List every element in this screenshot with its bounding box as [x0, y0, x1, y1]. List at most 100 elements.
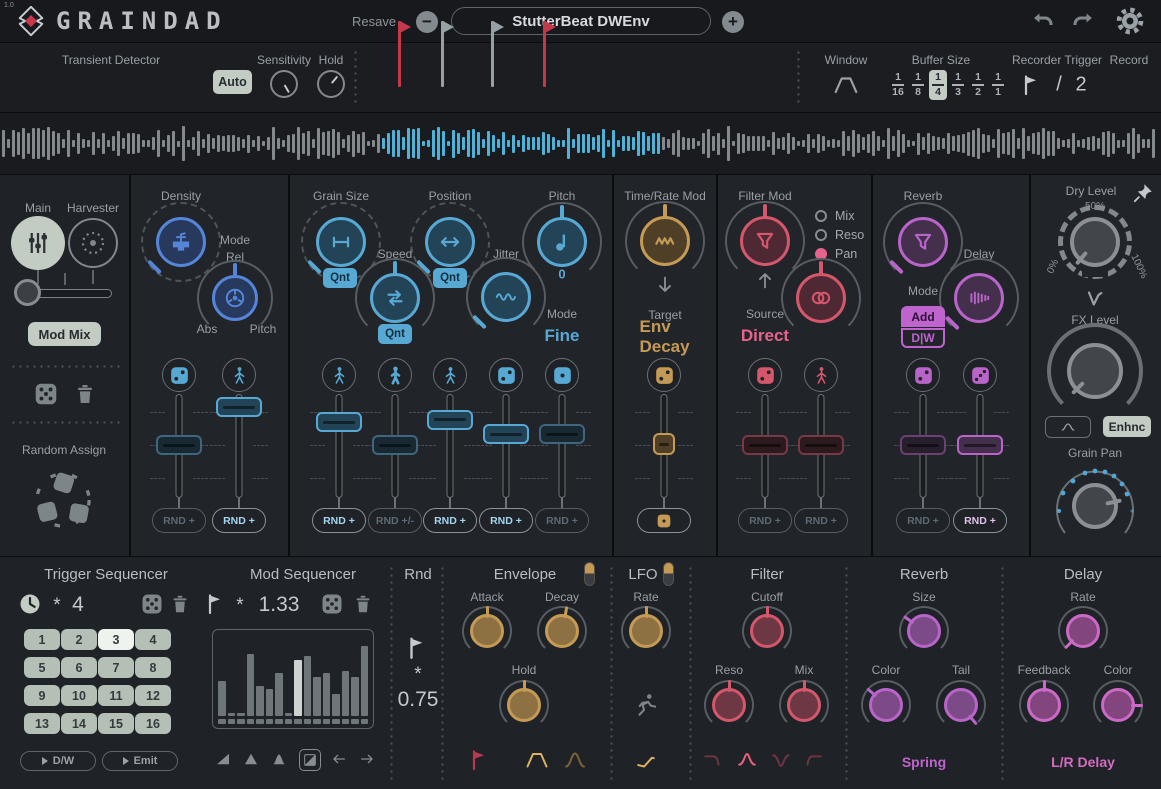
- runner-icon[interactable]: [633, 692, 659, 718]
- speed-qnt-button[interactable]: Qnt: [378, 324, 412, 344]
- preset-name-field[interactable]: StutterBeat DWEnv: [451, 7, 711, 35]
- random-assign-dice-icon[interactable]: [30, 467, 96, 533]
- person-filled-icon[interactable]: [378, 358, 412, 392]
- dice2-icon[interactable]: [162, 358, 196, 392]
- env-bell-icon[interactable]: [561, 748, 589, 772]
- density-mode-knob[interactable]: [212, 275, 258, 321]
- pitch-knob[interactable]: [537, 217, 587, 267]
- step-button-7[interactable]: 7: [98, 657, 134, 678]
- flag-icon[interactable]: [405, 635, 431, 661]
- curve-shape-icon[interactable]: [270, 750, 290, 770]
- ramp-shape-icon[interactable]: [214, 750, 234, 770]
- mod-bar[interactable]: [332, 694, 340, 716]
- transient-flag-icon[interactable]: [543, 21, 559, 87]
- mix-radio[interactable]: Mix: [815, 209, 854, 223]
- slider-handle[interactable]: [427, 410, 473, 430]
- rnd-button[interactable]: RND +: [794, 508, 848, 533]
- delay-color-knob[interactable]: [1101, 688, 1135, 722]
- mod-bar[interactable]: [342, 671, 350, 716]
- position-knob[interactable]: [425, 217, 475, 267]
- rnd-button[interactable]: RND +: [896, 508, 950, 533]
- rnd-button[interactable]: RND +: [738, 508, 792, 533]
- rnd-dice-button[interactable]: [637, 508, 691, 533]
- step-button-8[interactable]: 8: [135, 657, 171, 678]
- resave-button[interactable]: Resave: [352, 14, 396, 29]
- slider-handle[interactable]: [372, 435, 418, 455]
- step-button-4[interactable]: 4: [135, 629, 171, 650]
- step-button-6[interactable]: 6: [61, 657, 97, 678]
- mod-sequence-chart[interactable]: [212, 629, 374, 729]
- rnd-button[interactable]: RND +: [212, 508, 266, 533]
- slider-handle[interactable]: [539, 424, 585, 444]
- time-rate-knob[interactable]: [640, 216, 690, 266]
- redo-icon[interactable]: [1069, 9, 1097, 33]
- harvester-source-button[interactable]: [68, 218, 118, 268]
- mod-bar[interactable]: [351, 677, 359, 716]
- decay-knob[interactable]: [545, 614, 579, 648]
- source-mix-handle[interactable]: [14, 279, 41, 306]
- trigger-rate-value[interactable]: 4: [72, 593, 84, 617]
- dice2-icon[interactable]: [748, 358, 782, 392]
- mod-bar[interactable]: [323, 673, 331, 716]
- pin-icon[interactable]: [1132, 182, 1154, 204]
- hold-knob[interactable]: [317, 70, 345, 98]
- transient-flag-icon[interactable]: [491, 21, 507, 87]
- slider-handle[interactable]: [798, 435, 844, 455]
- undo-icon[interactable]: [1029, 9, 1057, 33]
- mod-bar[interactable]: [313, 677, 321, 716]
- grain-size-knob[interactable]: [316, 217, 366, 267]
- env-trapezoid-icon[interactable]: [522, 748, 552, 772]
- slider-handle[interactable]: [653, 433, 675, 455]
- buffer-option-1-3[interactable]: 13: [949, 70, 967, 100]
- trash-icon[interactable]: [73, 382, 97, 406]
- mod-bar[interactable]: [294, 660, 302, 716]
- shift-right-icon[interactable]: [357, 751, 379, 769]
- target-value[interactable]: Env Decay: [640, 317, 691, 357]
- slider-handle[interactable]: [216, 397, 262, 417]
- dry-level-knob[interactable]: [1070, 217, 1120, 267]
- dice1-icon[interactable]: [545, 358, 579, 392]
- step-button-12[interactable]: 12: [135, 685, 171, 706]
- reso-knob[interactable]: [712, 688, 746, 722]
- position-qnt-button[interactable]: Qnt: [433, 268, 467, 288]
- bandpass-icon[interactable]: [734, 749, 760, 771]
- person-icon[interactable]: [433, 358, 467, 392]
- buffer-option-1-16[interactable]: 116: [889, 70, 907, 100]
- attack-knob[interactable]: [470, 614, 504, 648]
- emit-play-button[interactable]: Emit: [102, 751, 178, 771]
- buffer-option-1-4[interactable]: 14: [929, 70, 947, 100]
- main-source-button[interactable]: [11, 216, 65, 270]
- mod-bar[interactable]: [275, 673, 283, 716]
- slider-track[interactable]: [336, 394, 343, 498]
- dice2-icon[interactable]: [906, 358, 940, 392]
- person-icon[interactable]: [322, 358, 356, 392]
- step-button-5[interactable]: 5: [24, 657, 60, 678]
- main-waveform[interactable]: [0, 113, 1161, 174]
- slider-handle[interactable]: [156, 435, 202, 455]
- pitch-value[interactable]: 0: [558, 267, 565, 282]
- lfo-rate-knob[interactable]: [629, 614, 663, 648]
- transient-flag-icon[interactable]: [398, 21, 414, 87]
- window-shape-icon[interactable]: [826, 72, 866, 98]
- dice3-icon[interactable]: [963, 358, 997, 392]
- randomize-dice-icon[interactable]: [140, 592, 164, 616]
- trash-icon[interactable]: [352, 593, 374, 615]
- mod-bar[interactable]: [247, 654, 255, 716]
- rnd-button[interactable]: RND +: [953, 508, 1007, 533]
- mod-bar[interactable]: [304, 656, 312, 716]
- triangle-shape-icon[interactable]: [242, 750, 262, 770]
- trash-icon[interactable]: [169, 593, 191, 615]
- source-value[interactable]: Direct: [741, 326, 789, 346]
- mod-bar[interactable]: [237, 713, 245, 716]
- jitter-knob[interactable]: [481, 272, 531, 322]
- dice2-icon[interactable]: [489, 358, 523, 392]
- rnd-button[interactable]: RND +/-: [368, 508, 422, 533]
- diagonal-shape-icon[interactable]: [299, 749, 321, 771]
- enhancer-shape-button[interactable]: [1045, 416, 1091, 438]
- trigger-division-value[interactable]: 2: [1075, 74, 1086, 97]
- preset-minus-button[interactable]: −: [416, 11, 438, 33]
- slider-handle[interactable]: [742, 435, 788, 455]
- grain-size-qnt-button[interactable]: Qnt: [323, 268, 357, 288]
- buffer-size-options[interactable]: 1161814131211: [889, 70, 1007, 100]
- lfo-toggle[interactable]: [663, 562, 674, 586]
